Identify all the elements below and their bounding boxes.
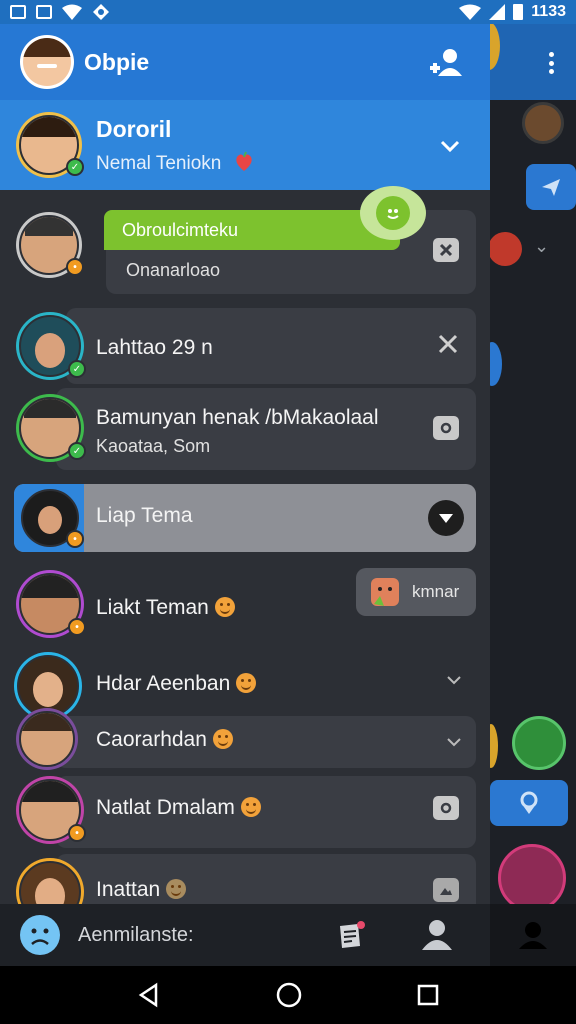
list-item[interactable]: • Liakt Teman kmnar <box>0 566 490 646</box>
status-badge: • <box>66 530 84 548</box>
contact-avatar[interactable]: • <box>16 776 86 844</box>
system-navigation-bar <box>0 966 576 1024</box>
home-icon[interactable] <box>275 981 303 1009</box>
sad-face-icon[interactable] <box>20 915 60 955</box>
chat-bubble-icon[interactable] <box>360 186 426 240</box>
smile-emoji-icon <box>212 729 233 749</box>
item-subtitle: Kaoataa, Som <box>96 436 211 456</box>
background-contact-avatar[interactable] <box>522 102 564 144</box>
image-icon[interactable] <box>432 876 460 904</box>
current-user-name: Dororil <box>96 115 172 142</box>
contact-avatar[interactable]: ✓ <box>16 312 86 380</box>
smile-emoji-icon <box>240 797 261 817</box>
camera-icon[interactable] <box>432 794 460 822</box>
item-title: Bamunyan henak /bMakaolaal <box>96 406 379 429</box>
close-icon[interactable] <box>434 330 462 358</box>
smile-emoji-icon <box>214 597 235 617</box>
overflow-menu-icon[interactable] <box>548 52 554 74</box>
item-title: Onanarloao <box>126 260 221 280</box>
sticker-chip[interactable]: kmnar <box>356 568 476 616</box>
list-item-selected[interactable]: • Liap Tema <box>0 484 490 556</box>
list-item[interactable]: Hdar Aeenban <box>0 650 490 720</box>
battery-icon <box>513 4 524 20</box>
profile-icon[interactable] <box>420 918 454 955</box>
message-bubble[interactable]: Obroulcimteku <box>104 210 400 250</box>
gallery-notification-icon <box>10 5 26 19</box>
current-user-avatar[interactable]: ✓ <box>16 112 84 178</box>
background-alien-avatar[interactable] <box>512 716 566 770</box>
background-partial-avatar <box>490 342 502 386</box>
status-badge: • <box>68 824 86 842</box>
item-title: Lahttao 29 n <box>96 336 213 359</box>
sticker-chip-label: kmnar <box>412 582 460 601</box>
status-badge: • <box>68 618 86 636</box>
signal-icon <box>489 4 506 20</box>
location-notification-icon <box>93 4 109 20</box>
chevron-down-icon[interactable] <box>440 666 468 694</box>
dropdown-icon[interactable] <box>428 500 464 536</box>
sticker-icon <box>371 578 399 606</box>
background-chevron-icon[interactable]: ⌄ <box>534 236 549 257</box>
item-title: Caorarhdan <box>96 728 207 751</box>
verified-check-icon: ✓ <box>66 158 84 176</box>
drawer-title: Obpie <box>84 48 150 75</box>
bottom-bar-label: Aenmilanste: <box>78 923 194 946</box>
status-time: 1133 <box>531 3 566 20</box>
status-badge: ✓ <box>68 360 86 378</box>
wifi-icon <box>459 4 482 20</box>
background-bottom-avatar <box>498 844 566 912</box>
current-user-row[interactable]: ✓ Dororil Nemal Teniokn <box>0 100 490 190</box>
image-notification-icon <box>36 5 52 19</box>
background-send-icon[interactable] <box>526 164 576 210</box>
current-user-status: Nemal Teniokn <box>96 152 222 174</box>
add-people-icon[interactable] <box>428 48 462 76</box>
contact-avatar[interactable]: ✓ <box>16 394 86 462</box>
item-title: Inattan <box>96 878 161 901</box>
account-expand-chevron-icon[interactable] <box>440 134 460 160</box>
heart-apple-icon <box>235 151 252 171</box>
contact-avatar[interactable] <box>16 708 78 770</box>
list-item[interactable]: ✓ Lahttao 29 n <box>0 308 490 388</box>
emoji-icon <box>166 879 187 899</box>
background-profile-icon[interactable] <box>517 921 549 949</box>
background-partial-avatar-2 <box>490 724 498 768</box>
background-avatar <box>490 24 500 70</box>
contact-avatar[interactable]: • <box>16 212 84 278</box>
message-bubble-text: Obroulcimteku <box>122 220 239 240</box>
smile-emoji-icon <box>236 673 257 693</box>
list-item[interactable]: • Natlat Dmalam <box>0 772 490 852</box>
list-item[interactable]: • Obroulcimteku Onanarloao <box>0 186 490 308</box>
background-bottom-bar <box>490 904 576 966</box>
status-badge: ✓ <box>68 442 86 460</box>
contact-avatar[interactable]: • <box>16 570 86 638</box>
item-title: Hdar Aeenban <box>96 672 231 695</box>
status-bar: 1133 <box>0 0 576 24</box>
background-location-icon[interactable] <box>490 780 568 826</box>
drawer-header: Obpie <box>0 24 490 100</box>
list-item[interactable]: Caorarhdan <box>0 708 490 776</box>
item-title: Liakt Teman <box>96 596 209 619</box>
camera-icon[interactable] <box>432 414 460 442</box>
navigation-drawer: Obpie ✓ Dororil Nemal Teniokn • Obroulci… <box>0 24 490 966</box>
recents-icon[interactable] <box>416 983 440 1007</box>
close-box-icon[interactable] <box>432 236 460 264</box>
header-avatar[interactable] <box>20 35 74 89</box>
drawer-bottom-bar: Aenmilanste: <box>0 904 490 966</box>
back-icon[interactable] <box>136 982 162 1008</box>
contact-avatar[interactable]: • <box>18 486 84 550</box>
wifi-notification-icon <box>62 4 82 20</box>
background-app: ⌄ <box>490 24 576 966</box>
item-title: Natlat Dmalam <box>96 796 235 819</box>
status-badge: • <box>66 258 84 276</box>
chevron-down-icon[interactable] <box>440 728 468 756</box>
background-app-toolbar <box>490 24 576 100</box>
notes-icon[interactable] <box>336 920 366 955</box>
list-item[interactable]: ✓ Bamunyan henak /bMakaolaal Kaoataa, So… <box>0 388 490 474</box>
item-title: Liap Tema <box>96 504 193 527</box>
background-mushroom-avatar <box>490 232 522 266</box>
